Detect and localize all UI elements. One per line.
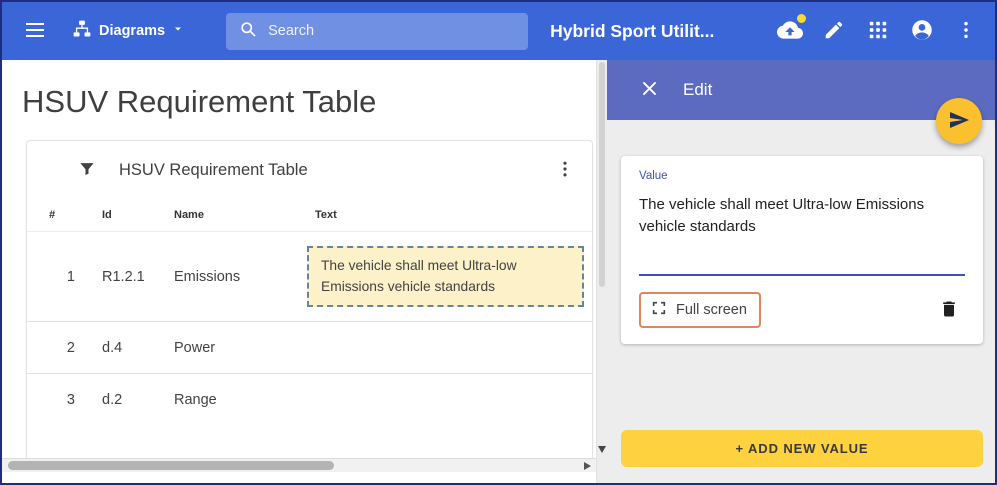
- cell-name: Range: [155, 374, 307, 426]
- sitemap-icon: [72, 19, 92, 43]
- search-input[interactable]: [268, 23, 516, 39]
- bottom-strip: [2, 472, 596, 483]
- scroll-right-arrow-icon[interactable]: [584, 462, 591, 470]
- value-actions: Full screen: [639, 292, 965, 328]
- delete-value-button[interactable]: [933, 295, 965, 326]
- table-menu-button[interactable]: [548, 153, 582, 187]
- fullscreen-button[interactable]: Full screen: [639, 292, 761, 328]
- more-vert-icon: [955, 19, 977, 44]
- cell-name: Power: [155, 322, 307, 374]
- diagrams-label: Diagrams: [99, 23, 165, 39]
- filter-button[interactable]: [72, 155, 102, 185]
- apps-grid-icon: [867, 19, 889, 44]
- fullscreen-icon: [651, 300, 667, 320]
- cell-id: R1.2.1: [83, 232, 155, 322]
- app-window: Diagrams Hybrid Sport Utilit...: [0, 0, 997, 485]
- horizontal-scrollbar-thumb[interactable]: [8, 461, 334, 470]
- caret-down-icon: [172, 23, 184, 39]
- search-field[interactable]: [226, 13, 528, 50]
- overflow-menu-button[interactable]: [945, 10, 987, 52]
- notification-dot: [797, 14, 806, 23]
- pencil-icon: [823, 19, 845, 44]
- menu-button[interactable]: [14, 10, 56, 52]
- value-card: Value The vehicle shall meet Ultra-low E…: [621, 156, 983, 344]
- cell-id: d.2: [83, 374, 155, 426]
- column-header-num: #: [27, 199, 83, 232]
- table-row[interactable]: 2 d.4 Power: [27, 322, 592, 374]
- cell-text: [307, 374, 592, 426]
- close-panel-button[interactable]: [631, 72, 667, 108]
- horizontal-scrollbar[interactable]: [2, 458, 596, 472]
- more-vert-icon: [555, 159, 575, 182]
- vertical-scrollbar-thumb[interactable]: [599, 62, 605, 287]
- page-title: HSUV Requirement Table: [22, 84, 596, 120]
- document-content: HSUV Requirement Table HSUV Requirement …: [2, 60, 596, 458]
- table-card-header: HSUV Requirement Table: [27, 141, 592, 199]
- add-new-value-button[interactable]: + ADD NEW VALUE: [621, 430, 983, 467]
- requirements-table: # Id Name Text 1 R1.2.1 Emissions: [27, 199, 592, 426]
- selected-text-cell[interactable]: The vehicle shall meet Ultra-low Emissio…: [307, 246, 584, 307]
- vertical-scrollbar[interactable]: [596, 60, 607, 483]
- apps-button[interactable]: [857, 10, 899, 52]
- close-icon: [640, 79, 659, 101]
- table-header-row: # Id Name Text: [27, 199, 592, 232]
- edit-panel: Edit Value The vehicle shall meet Ultra-…: [607, 60, 995, 483]
- cell-name: Emissions: [155, 232, 307, 322]
- search-icon: [238, 19, 258, 44]
- value-text-input[interactable]: The vehicle shall meet Ultra-low Emissio…: [639, 194, 965, 242]
- edit-panel-title: Edit: [683, 80, 712, 100]
- cell-text: [307, 322, 592, 374]
- fullscreen-label: Full screen: [676, 302, 747, 318]
- table-row[interactable]: 1 R1.2.1 Emissions The vehicle shall mee…: [27, 232, 592, 322]
- cell-num: 3: [27, 374, 83, 426]
- cell-num: 1: [27, 232, 83, 322]
- value-field-label: Value: [639, 170, 965, 182]
- document-title: Hybrid Sport Utilit...: [550, 21, 714, 42]
- send-icon: [947, 108, 971, 135]
- table-row[interactable]: 3 d.2 Range: [27, 374, 592, 426]
- requirement-table-card: HSUV Requirement Table # Id: [26, 140, 593, 458]
- cell-text: The vehicle shall meet Ultra-low Emissio…: [307, 232, 592, 322]
- filter-icon: [77, 159, 97, 182]
- scroll-down-arrow-icon[interactable]: [598, 446, 606, 453]
- account-button[interactable]: [901, 10, 943, 52]
- cell-id: d.4: [83, 322, 155, 374]
- diagrams-dropdown[interactable]: Diagrams: [72, 19, 184, 43]
- send-fab[interactable]: [936, 98, 982, 144]
- document-area: HSUV Requirement Table HSUV Requirement …: [2, 60, 596, 483]
- cell-num: 2: [27, 322, 83, 374]
- topbar-actions: [769, 10, 987, 52]
- edit-panel-header: Edit: [607, 60, 995, 120]
- cloud-sync-button[interactable]: [769, 10, 811, 52]
- column-header-text: Text: [307, 199, 592, 232]
- input-underline: [639, 274, 965, 276]
- top-app-bar: Diagrams Hybrid Sport Utilit...: [2, 2, 995, 60]
- column-header-name: Name: [155, 199, 307, 232]
- table-card-title: HSUV Requirement Table: [119, 161, 531, 180]
- column-header-id: Id: [83, 199, 155, 232]
- account-circle-icon: [909, 17, 935, 46]
- trash-icon: [939, 307, 959, 322]
- edit-button[interactable]: [813, 10, 855, 52]
- hamburger-icon: [23, 18, 47, 45]
